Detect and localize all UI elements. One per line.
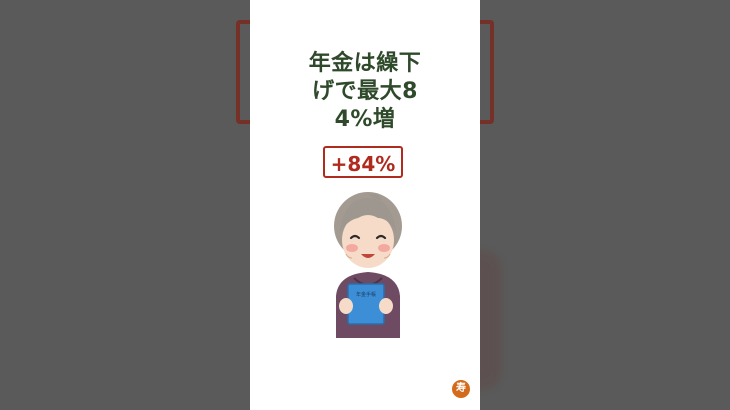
- elderly-woman-with-pension-book-illustration: 年金手帳: [334, 192, 402, 338]
- headline-line-3: 4%増: [334, 107, 396, 132]
- short-video-content[interactable]: 年金は繰下 げで最大8 4%増 +84% 年金手帳 寿: [250, 0, 480, 410]
- headline: 年金は繰下 げで最大8 4%増: [250, 50, 480, 134]
- booklet-title: 年金手帳: [356, 291, 376, 298]
- increase-badge: +84%: [323, 146, 403, 178]
- channel-avatar-icon[interactable]: 寿: [452, 380, 470, 398]
- video-frame: 年金は繰下 げで最大8 4%増 +84% 年金手帳 寿: [0, 0, 730, 410]
- headline-line-2: げで最大8: [312, 79, 418, 104]
- headline-line-1: 年金は繰下: [308, 51, 422, 76]
